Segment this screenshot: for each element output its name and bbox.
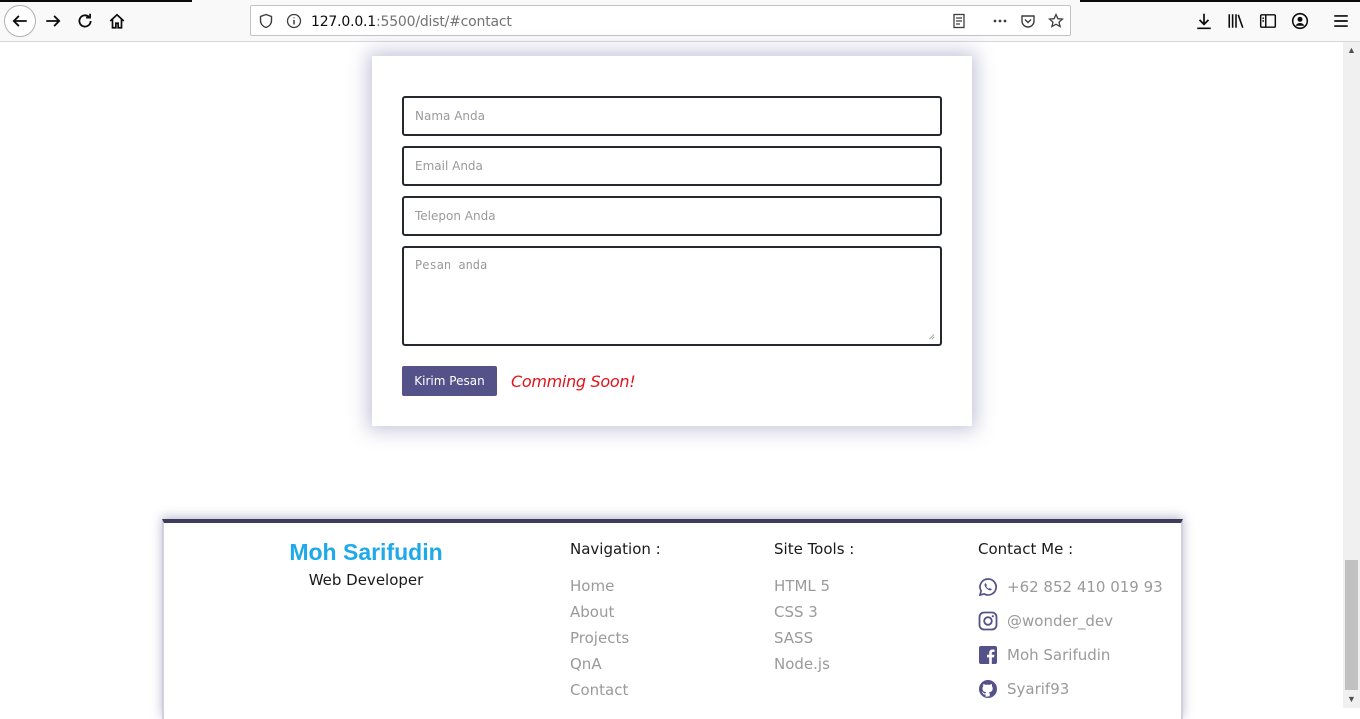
submit-button[interactable]: Kirim Pesan (402, 366, 497, 396)
sidebar-button[interactable] (1253, 6, 1283, 36)
github-icon (978, 679, 998, 699)
coming-soon-note: Comming Soon! (511, 372, 636, 391)
footer-tool-sass: SASS (774, 629, 814, 647)
home-icon (109, 13, 125, 29)
contact-whatsapp[interactable]: +62 852 410 019 93 (978, 570, 1163, 604)
account-button[interactable] (1285, 6, 1315, 36)
downloads-button[interactable] (1189, 6, 1219, 36)
whatsapp-icon (978, 577, 998, 597)
download-icon (1197, 13, 1211, 30)
footer-brand-role: Web Developer (308, 571, 424, 589)
url-path: :5500/dist/#contact (376, 14, 512, 30)
contact-github[interactable]: Syarif93 (978, 672, 1163, 706)
home-button[interactable] (102, 6, 132, 36)
footer-contact-title: Contact Me : (978, 540, 1074, 558)
sidebar-icon (1259, 14, 1277, 28)
contact-instagram[interactable]: @wonder_dev (978, 604, 1163, 638)
url-text[interactable]: 127.0.0.1:5500/dist/#contact (311, 14, 512, 30)
footer-navigation: Navigation : Home About Projects QnA Con… (570, 540, 661, 707)
contact-facebook[interactable]: Moh Sarifudin (978, 638, 1163, 672)
reload-icon (78, 13, 92, 28)
footer-brand-name: Moh Sarifudin (289, 539, 443, 565)
bookmark-star-icon[interactable] (1047, 12, 1065, 30)
scroll-up-arrow-icon[interactable]: ▲ (1343, 42, 1360, 59)
name-input[interactable] (402, 96, 942, 136)
contact-form-card: Kirim Pesan Comming Soon! (372, 56, 972, 426)
tab-indicator (0, 0, 192, 2)
footer-link-contact[interactable]: Contact (570, 681, 661, 707)
facebook-icon (978, 645, 998, 665)
arrow-right-icon (46, 15, 61, 27)
address-bar[interactable]: 127.0.0.1:5500/dist/#contact (250, 5, 1071, 36)
contact-instagram-text: @wonder_dev (1007, 612, 1113, 630)
more-actions-icon[interactable] (991, 12, 1009, 30)
page-scrollbar[interactable]: ▲ ▼ (1343, 42, 1360, 708)
footer-link-projects[interactable]: Projects (570, 629, 661, 655)
email-input[interactable] (402, 146, 942, 186)
tab-indicator (1080, 0, 1360, 2)
menu-button[interactable] (1326, 6, 1356, 36)
info-icon[interactable] (285, 12, 303, 30)
hamburger-menu-icon (1334, 15, 1348, 27)
url-host: 127.0.0.1 (311, 14, 376, 30)
footer-tool-nodejs: Node.js (774, 655, 830, 673)
instagram-icon (978, 611, 998, 631)
phone-input[interactable] (402, 196, 942, 236)
contact-whatsapp-text: +62 852 410 019 93 (1007, 578, 1163, 596)
footer-site-tools: Site Tools : HTML 5 CSS 3 SASS Node.js (774, 540, 854, 681)
footer-contact: Contact Me : +62 852 410 019 93 @wonder_… (978, 540, 1163, 706)
resize-grip-icon[interactable] (927, 332, 937, 342)
reload-button[interactable] (70, 6, 100, 36)
scrollbar-thumb[interactable] (1345, 560, 1358, 690)
message-textarea[interactable] (402, 246, 942, 346)
contact-facebook-text: Moh Sarifudin (1007, 646, 1111, 664)
library-button[interactable] (1221, 6, 1251, 36)
browser-toolbar: 127.0.0.1:5500/dist/#contact (0, 0, 1360, 42)
footer-site-tools-title: Site Tools : (774, 540, 855, 558)
site-footer: Moh Sarifudin Web Developer Navigation :… (162, 519, 1183, 719)
footer-tool-css: CSS 3 (774, 603, 818, 621)
footer-tool-html: HTML 5 (774, 577, 831, 595)
account-icon (1291, 12, 1309, 30)
footer-link-about[interactable]: About (570, 603, 661, 629)
footer-link-home[interactable]: Home (570, 577, 661, 603)
reader-view-icon[interactable] (950, 12, 968, 30)
contact-github-text: Syarif93 (1007, 680, 1070, 698)
pocket-icon[interactable] (1019, 12, 1037, 30)
library-icon (1228, 14, 1244, 29)
arrow-left-icon (12, 15, 27, 27)
back-button[interactable] (4, 5, 36, 37)
footer-link-qna[interactable]: QnA (570, 655, 661, 681)
scroll-down-arrow-icon[interactable]: ▼ (1343, 691, 1360, 708)
shield-icon[interactable] (257, 12, 275, 30)
forward-button[interactable] (38, 6, 68, 36)
footer-navigation-title: Navigation : (570, 540, 661, 558)
